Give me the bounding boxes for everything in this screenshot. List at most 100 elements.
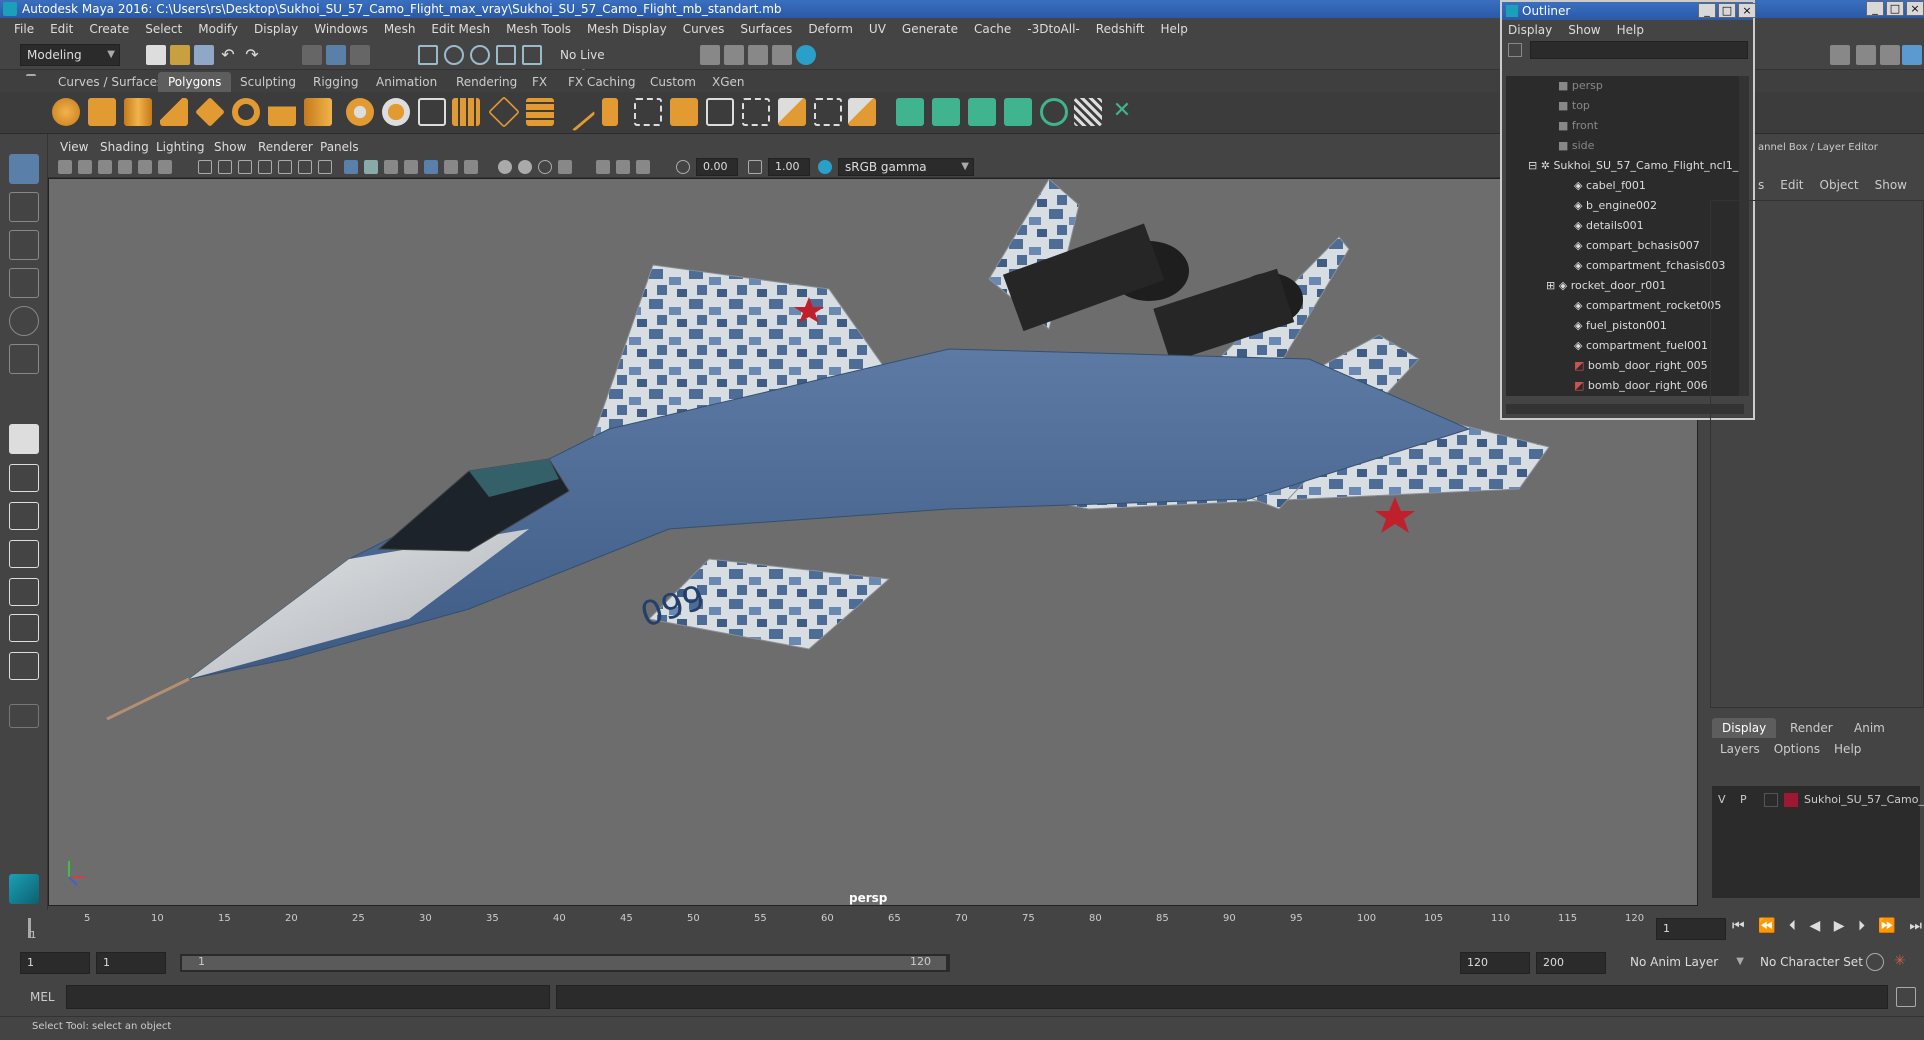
poly-plane-icon[interactable] bbox=[195, 97, 225, 127]
menu-create[interactable]: Create bbox=[81, 22, 137, 36]
shelf-tab-animation[interactable]: Animation bbox=[366, 72, 447, 92]
menu-curves[interactable]: Curves bbox=[675, 22, 733, 36]
merge-icon[interactable] bbox=[670, 98, 698, 126]
viewport-menu-view[interactable]: View bbox=[60, 140, 88, 154]
save-scene-icon[interactable] bbox=[194, 45, 214, 65]
shadows-icon[interactable] bbox=[444, 160, 458, 174]
layer-tab-display[interactable]: Display bbox=[1712, 718, 1777, 738]
outliner-item-child[interactable]: ◈ fuel_piston001 bbox=[1506, 316, 1744, 336]
outliner-menu-help[interactable]: Help bbox=[1617, 23, 1654, 37]
layout-expand-icon[interactable] bbox=[9, 704, 39, 728]
xray-icon[interactable] bbox=[596, 160, 610, 174]
select-tool-icon[interactable] bbox=[9, 154, 39, 184]
field-chart-icon[interactable] bbox=[278, 160, 292, 174]
camera-attributes-icon[interactable] bbox=[78, 160, 92, 174]
perspective-viewport[interactable]: 099 persp bbox=[48, 178, 1698, 906]
character-set-selector[interactable]: No Character Set bbox=[1754, 952, 1874, 974]
modeling-toolkit-icon[interactable] bbox=[1830, 45, 1850, 65]
cylindrical-mapping-icon[interactable] bbox=[968, 98, 996, 126]
ipr-render-icon[interactable] bbox=[724, 45, 744, 65]
color-management-icon[interactable] bbox=[818, 160, 832, 174]
outliner-search-input[interactable] bbox=[1530, 41, 1748, 59]
outliner-item-child[interactable]: ◈ cabel_f001 bbox=[1506, 176, 1744, 196]
snap-point-icon[interactable] bbox=[470, 45, 490, 65]
extrude-icon[interactable] bbox=[488, 96, 520, 128]
uv-editor-icon[interactable] bbox=[896, 98, 924, 126]
animation-start-field[interactable]: 1 bbox=[20, 952, 90, 974]
select-by-object-icon[interactable] bbox=[326, 45, 346, 65]
gamma-field[interactable]: 1.00 bbox=[768, 158, 810, 176]
step-back-frame-icon[interactable]: ⏴ bbox=[1789, 918, 1796, 940]
maya-home-icon[interactable] bbox=[9, 874, 39, 904]
mirror-icon[interactable] bbox=[778, 98, 806, 126]
shelf-tab-fx[interactable]: FX bbox=[522, 72, 557, 92]
wireframe-on-shaded-icon[interactable] bbox=[384, 160, 398, 174]
render-view-icon[interactable] bbox=[796, 45, 816, 65]
multisample-aa-icon[interactable] bbox=[518, 160, 532, 174]
menu-edit-mesh[interactable]: Edit Mesh bbox=[423, 22, 498, 36]
layer-row[interactable]: V P Sukhoi_SU_57_Camo_I bbox=[1712, 790, 1924, 810]
persp-outliner-layout-icon[interactable] bbox=[9, 502, 39, 530]
shelf-tab-xgen[interactable]: XGen bbox=[702, 72, 755, 92]
channel-box-menu-object[interactable]: Object bbox=[1820, 178, 1859, 198]
poly-pyramid-icon[interactable] bbox=[268, 98, 296, 126]
layer-visibility-toggle[interactable]: V bbox=[1718, 790, 1726, 810]
outliner-item-child[interactable]: ◩ bomb_door_right_006 bbox=[1506, 376, 1744, 396]
render-current-frame-icon[interactable] bbox=[700, 45, 720, 65]
hypershade-icon[interactable] bbox=[772, 45, 792, 65]
color-space-selector[interactable]: sRGB gamma ▼ bbox=[838, 158, 974, 176]
bookmark-icon[interactable] bbox=[98, 160, 112, 174]
safe-title-icon[interactable] bbox=[318, 160, 332, 174]
boolean-icon[interactable] bbox=[848, 98, 876, 126]
target-weld-icon[interactable] bbox=[634, 98, 662, 126]
camera-select-icon[interactable] bbox=[58, 160, 72, 174]
outliner-item-child[interactable]: ◈ details001 bbox=[1506, 216, 1744, 236]
motion-blur-icon[interactable] bbox=[498, 160, 512, 174]
collapse-icon[interactable]: ⊟ bbox=[1528, 159, 1541, 172]
range-slider-handle[interactable] bbox=[182, 956, 946, 970]
screen-space-ao-icon[interactable] bbox=[464, 160, 478, 174]
menu-edit[interactable]: Edit bbox=[42, 22, 81, 36]
select-by-component-icon[interactable] bbox=[350, 45, 370, 65]
open-scene-icon[interactable] bbox=[170, 45, 190, 65]
outliner-horizontal-scrollbar[interactable] bbox=[1506, 404, 1744, 414]
textured-icon[interactable] bbox=[404, 160, 418, 174]
layer-playback-toggle[interactable]: P bbox=[1740, 790, 1747, 810]
persp-graph-layout-icon[interactable] bbox=[9, 540, 39, 568]
channel-box-menu-show[interactable]: Show bbox=[1875, 178, 1907, 198]
multi-cut-icon[interactable] bbox=[556, 92, 596, 132]
command-input[interactable] bbox=[66, 985, 550, 1009]
step-back-key-icon[interactable]: ⏪ bbox=[1758, 918, 1775, 940]
uv-layout-icon[interactable] bbox=[9, 614, 39, 642]
minimize-button[interactable]: _ bbox=[1866, 1, 1884, 16]
script-editor-icon[interactable] bbox=[1896, 987, 1916, 1007]
depth-of-field-icon[interactable] bbox=[538, 160, 552, 174]
exposure-field[interactable]: 0.00 bbox=[696, 158, 738, 176]
smooth-shade-icon[interactable] bbox=[364, 160, 378, 174]
shelf-menu-icon[interactable] bbox=[26, 74, 36, 88]
gamma-icon[interactable] bbox=[748, 160, 762, 174]
go-to-end-icon[interactable]: ⏭ bbox=[1909, 918, 1922, 940]
shelf-tab-sculpting[interactable]: Sculpting bbox=[230, 72, 306, 92]
gate-mask-icon[interactable] bbox=[258, 160, 272, 174]
scale-tool-icon[interactable] bbox=[9, 344, 39, 374]
resolution-gate-icon[interactable] bbox=[238, 160, 252, 174]
safe-action-icon[interactable] bbox=[298, 160, 312, 174]
outliner-close-button[interactable]: × bbox=[1738, 3, 1756, 18]
xray-joints-icon[interactable] bbox=[636, 160, 650, 174]
menu-select[interactable]: Select bbox=[137, 22, 190, 36]
menu-mesh-display[interactable]: Mesh Display bbox=[579, 22, 675, 36]
menu-3dtoall[interactable]: -3DtoAll- bbox=[1019, 22, 1087, 36]
command-language-label[interactable]: MEL bbox=[30, 990, 55, 1004]
insert-edge-loop-icon[interactable] bbox=[602, 98, 618, 126]
wireframe-icon[interactable] bbox=[344, 160, 358, 174]
reduce-icon[interactable] bbox=[814, 98, 842, 126]
outliner-item-root[interactable]: ⊟ ✲ Sukhoi_SU_57_Camo_Flight_ncl1_ bbox=[1506, 156, 1744, 176]
four-view-layout-icon[interactable] bbox=[9, 464, 39, 492]
menu-help[interactable]: Help bbox=[1152, 22, 1195, 36]
automatic-mapping-icon[interactable] bbox=[1040, 98, 1068, 126]
outliner-item-child[interactable]: ◈ b_engine002 bbox=[1506, 196, 1744, 216]
layer-menu-help[interactable]: Help bbox=[1834, 742, 1861, 762]
menu-surfaces[interactable]: Surfaces bbox=[732, 22, 800, 36]
tool-settings-icon[interactable] bbox=[1880, 45, 1900, 65]
